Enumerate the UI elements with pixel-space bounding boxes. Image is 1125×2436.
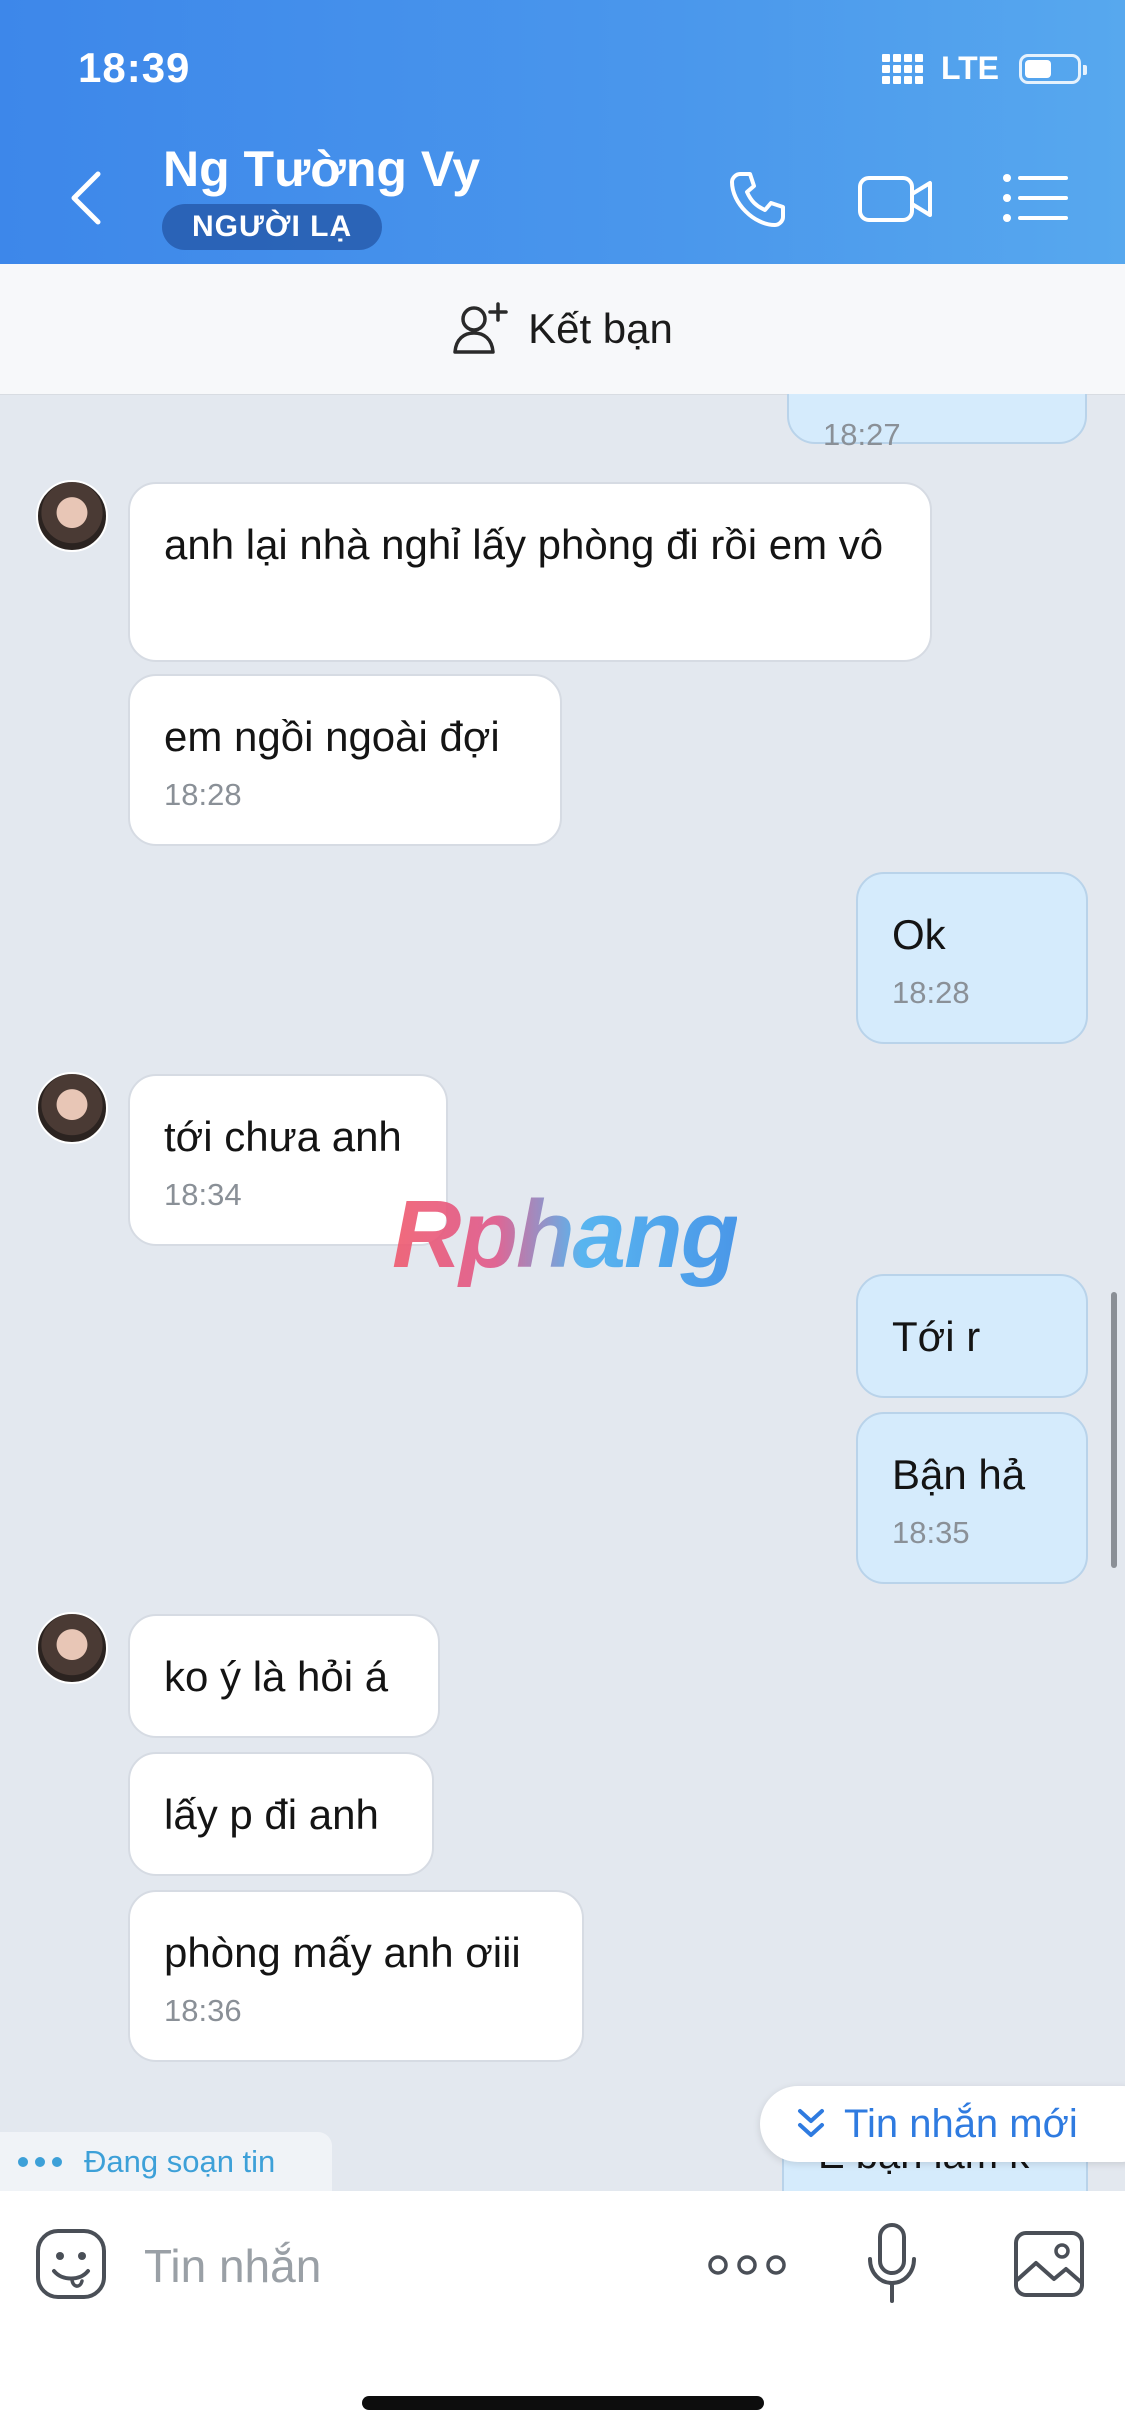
contact-avatar[interactable] (36, 1072, 108, 1144)
message-bubble-outgoing[interactable]: 18:27 (787, 394, 1087, 452)
new-message-label: Tin nhắn mới (844, 2101, 1078, 2146)
more-options-icon[interactable] (706, 2245, 788, 2285)
message-text: em ngồi ngoài đợi (164, 713, 500, 760)
message-list[interactable]: 18:27 anh lại nhà nghỉ lấy phòng đi rồi … (0, 394, 1125, 2191)
message-time: 18:28 (164, 777, 242, 812)
message-text: Bận hả (892, 1451, 1026, 1498)
message-bubble-outgoing[interactable]: Ok 18:28 (856, 872, 1088, 1044)
message-text: ko ý là hỏi á (164, 1653, 389, 1700)
watermark-logo: Rphang (392, 1181, 739, 1288)
message-text: Tới r (892, 1313, 981, 1360)
network-type: LTE (940, 50, 999, 86)
message-text: lấy p đi anh (164, 1791, 379, 1838)
double-chevron-down-icon (798, 2109, 824, 2137)
contact-avatar[interactable] (36, 1612, 108, 1684)
message-bubble-outgoing[interactable]: Tới r (856, 1274, 1088, 1398)
message-bubble-incoming[interactable]: ko ý là hỏi á (128, 1614, 440, 1738)
stranger-badge: NGƯỜI LẠ (162, 204, 383, 250)
message-text: anh lại nhà nghỉ lấy phòng đi rồi em vô (164, 521, 884, 568)
menu-list-icon[interactable] (1000, 168, 1070, 228)
back-icon[interactable] (62, 168, 112, 228)
message-bubble-incoming[interactable]: anh lại nhà nghỉ lấy phòng đi rồi em vô (128, 482, 932, 662)
message-bubble-incoming[interactable]: em ngồi ngoài đợi 18:28 (128, 674, 562, 846)
message-text: phòng mấy anh ơiii (164, 1929, 521, 1976)
contact-name[interactable]: Ng Tường Vy (163, 140, 480, 198)
home-indicator[interactable] (362, 2396, 764, 2410)
add-friend-button[interactable]: Kết bạn (0, 264, 1125, 395)
status-time: 18:39 (78, 44, 191, 91)
message-time: 18:34 (164, 1177, 242, 1212)
scrollbar[interactable] (1111, 1292, 1117, 1568)
message-bubble-outgoing[interactable]: Bận hả 18:35 (856, 1412, 1088, 1584)
message-bubble-incoming[interactable]: lấy p đi anh (128, 1752, 434, 1876)
add-person-icon (453, 302, 508, 354)
message-bubble-incoming[interactable]: phòng mấy anh ơiii 18:36 (128, 1890, 584, 2062)
microphone-icon[interactable] (866, 2221, 918, 2305)
new-message-button[interactable]: Tin nhắn mới (760, 2086, 1125, 2162)
message-time: 18:28 (892, 975, 970, 1010)
image-gallery-icon[interactable] (1012, 2229, 1086, 2299)
message-text: tới chưa anh (164, 1113, 402, 1160)
phone-icon[interactable] (726, 168, 788, 230)
message-input[interactable] (142, 2233, 666, 2299)
contact-avatar[interactable] (36, 480, 108, 552)
video-call-icon[interactable] (856, 168, 936, 230)
typing-label: Đang soạn tin (84, 2144, 276, 2179)
chat-header: 18:39 LTE Ng Tường Vy NGƯỜI LẠ (0, 0, 1125, 264)
add-friend-label: Kết bạn (528, 305, 673, 352)
status-indicators: LTE (881, 50, 1087, 87)
sticker-emoji-icon[interactable] (34, 2227, 108, 2301)
signal-icon (881, 53, 923, 84)
message-time: 18:36 (164, 1993, 242, 2028)
message-time: 18:27 (823, 417, 901, 452)
message-text: Ok (892, 911, 946, 958)
battery-icon (1019, 53, 1087, 84)
typing-indicator: Đang soạn tin (0, 2132, 332, 2192)
typing-dots-icon (18, 2157, 62, 2167)
message-time: 18:35 (892, 1515, 970, 1550)
